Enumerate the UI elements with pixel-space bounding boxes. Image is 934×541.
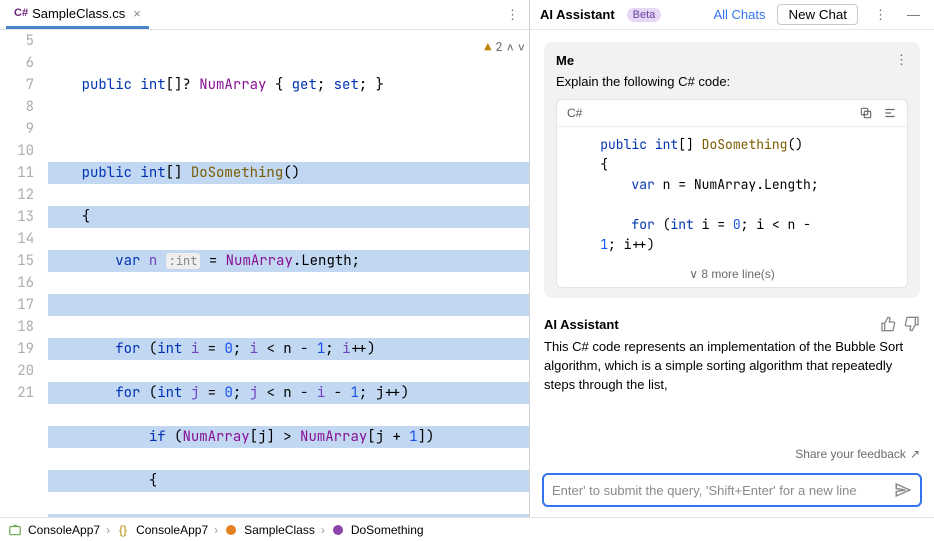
editor-tabbar: C# SampleClass.cs × ⋮ xyxy=(0,0,529,30)
code-snippet: public int[] DoSomething() { var n = Num… xyxy=(557,127,907,263)
line-number: 8 xyxy=(0,96,34,118)
line-number: 16 xyxy=(0,272,34,294)
insert-icon[interactable] xyxy=(883,106,897,120)
line-number: 17 xyxy=(0,294,34,316)
line-number: 19 xyxy=(0,338,34,360)
breadcrumb: ConsoleApp7 › {} ConsoleApp7 › SampleCla… xyxy=(0,517,934,541)
breadcrumb-item[interactable]: DoSomething xyxy=(351,523,424,537)
line-number: 20 xyxy=(0,360,34,382)
tab-sampleclass[interactable]: C# SampleClass.cs × xyxy=(6,0,149,29)
beta-badge: Beta xyxy=(627,8,662,22)
line-number: 13 xyxy=(0,206,34,228)
line-number: 10 xyxy=(0,140,34,162)
code-lang-label: C# xyxy=(567,106,582,120)
copy-icon[interactable] xyxy=(859,106,873,120)
line-number: 18 xyxy=(0,316,34,338)
inspection-strip[interactable]: ▲ 2 ∧ ∨ xyxy=(484,36,525,58)
user-message: Me ⋮ Explain the following C# code: C# xyxy=(544,42,920,298)
line-number: 21 xyxy=(0,382,34,404)
sender-label: AI Assistant xyxy=(544,317,619,332)
code-editor[interactable]: 56789101112131415161718192021 ▲ 2 ∧ ∨ pu… xyxy=(0,30,529,517)
ai-header: AI Assistant Beta All Chats New Chat ⋮ — xyxy=(530,0,934,30)
thumbs-up-icon[interactable] xyxy=(880,316,896,332)
code-card: C# public int[] DoSomething() { var n = … xyxy=(556,99,908,288)
expand-code-link[interactable]: ∨ 8 more line(s) xyxy=(557,263,907,287)
line-number: 6 xyxy=(0,52,34,74)
line-number: 7 xyxy=(0,74,34,96)
close-icon[interactable]: × xyxy=(133,6,141,21)
feedback-link[interactable]: Share your feedback↗ xyxy=(530,441,934,467)
ai-title: AI Assistant xyxy=(540,7,615,22)
chevron-up-icon[interactable]: ∧ xyxy=(507,36,514,58)
chat-input-container xyxy=(542,473,922,507)
editor-pane: C# SampleClass.cs × ⋮ 567891011121314151… xyxy=(0,0,530,517)
message-menu-icon[interactable]: ⋮ xyxy=(895,52,908,68)
hide-panel-icon[interactable]: — xyxy=(903,7,924,22)
namespace-icon: {} xyxy=(116,523,130,537)
warning-icon: ▲ xyxy=(484,36,491,58)
csharp-icon: C# xyxy=(14,7,28,19)
class-icon xyxy=(224,524,238,536)
tab-menu-icon[interactable]: ⋮ xyxy=(502,7,523,23)
ai-menu-icon[interactable]: ⋮ xyxy=(870,7,891,23)
project-icon xyxy=(8,523,22,537)
send-icon[interactable] xyxy=(894,481,912,499)
chat-input[interactable] xyxy=(552,483,894,498)
ai-assistant-panel: AI Assistant Beta All Chats New Chat ⋮ —… xyxy=(530,0,934,517)
line-number: 11 xyxy=(0,162,34,184)
user-message-text: Explain the following C# code: xyxy=(556,74,908,89)
line-number: 5 xyxy=(0,30,34,52)
line-number: 12 xyxy=(0,184,34,206)
sender-label: Me xyxy=(556,53,574,68)
external-link-icon: ↗ xyxy=(910,447,920,461)
thumbs-down-icon[interactable] xyxy=(904,316,920,332)
assistant-message: AI Assistant This C# code represents an … xyxy=(544,316,920,395)
new-chat-button[interactable]: New Chat xyxy=(777,4,858,25)
breadcrumb-item[interactable]: ConsoleApp7 xyxy=(28,523,100,537)
warning-count: 2 xyxy=(495,36,502,58)
all-chats-link[interactable]: All Chats xyxy=(713,7,765,22)
breadcrumb-item[interactable]: ConsoleApp7 xyxy=(136,523,208,537)
assistant-text: This C# code represents an implementatio… xyxy=(544,338,920,395)
line-number: 14 xyxy=(0,228,34,250)
chevron-down-icon[interactable]: ∨ xyxy=(518,36,525,58)
method-icon xyxy=(331,524,345,536)
line-number: 9 xyxy=(0,118,34,140)
line-number: 15 xyxy=(0,250,34,272)
breadcrumb-item[interactable]: SampleClass xyxy=(244,523,315,537)
chat-scroll[interactable]: Me ⋮ Explain the following C# code: C# xyxy=(530,30,934,441)
tab-label: SampleClass.cs xyxy=(32,6,125,21)
